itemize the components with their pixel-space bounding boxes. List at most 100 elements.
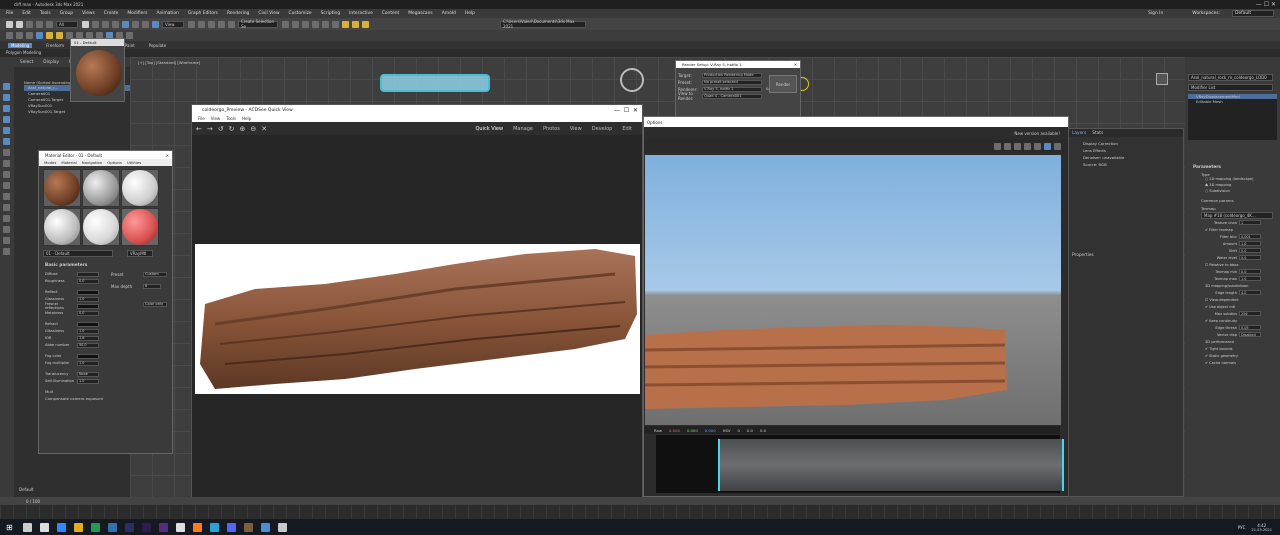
material-param-value[interactable]: None [77, 371, 99, 377]
stack-item-editable-mesh[interactable]: Editable Mesh [1188, 99, 1277, 104]
command-icon-6[interactable] [3, 149, 10, 156]
layer-item[interactable]: Display Correction [1083, 141, 1183, 148]
material-param-value[interactable] [77, 321, 99, 327]
menu-item-customize[interactable]: Customize [289, 11, 312, 16]
material-param-value[interactable]: 1.0 [77, 328, 99, 334]
select-by-name-icon[interactable] [91, 20, 99, 28]
mated-menu-item[interactable]: Modes [44, 160, 56, 165]
acdsee-mode-edit[interactable]: Edit [622, 126, 632, 132]
renderer-select[interactable]: V-Ray 5, hotfix 1 [702, 86, 762, 92]
preset-select[interactable]: No preset selected [702, 79, 762, 85]
tab-layers[interactable]: Layers [1072, 131, 1086, 136]
disp-param-value[interactable]: 1.0 [1239, 276, 1261, 281]
layer-list[interactable]: Display Correction Lens Effects Denoiser: … [1069, 137, 1183, 169]
language-indicator[interactable]: РУС [1238, 525, 1246, 530]
menu-item-edit[interactable]: Edit [22, 11, 31, 16]
menu-item-interactive[interactable]: Interactive [349, 11, 373, 16]
material-editor-icon[interactable] [331, 20, 339, 28]
spinner-snap-icon[interactable] [227, 20, 235, 28]
menu-item-rendering[interactable]: Rendering [227, 11, 249, 16]
mated-menu-item[interactable]: Material [61, 160, 76, 165]
material-name-field[interactable]: 01 - Default [43, 250, 113, 257]
tab-display[interactable]: Display [43, 60, 59, 65]
mated-menu-item[interactable]: Utilities [127, 160, 141, 165]
schematic-icon[interactable] [321, 20, 329, 28]
curve-editor-icon[interactable] [311, 20, 319, 28]
disp-param-value[interactable]: 1 [1239, 220, 1261, 225]
material-slot-3[interactable] [121, 169, 159, 207]
percent-snap-icon[interactable] [217, 20, 225, 28]
skype-icon[interactable] [56, 522, 66, 532]
disp-param-value[interactable]: 0.0 [1239, 255, 1261, 260]
sign-in[interactable]: Sign In [1148, 11, 1163, 16]
material-param-value[interactable]: 50.0 [77, 342, 99, 348]
acdsee-menu[interactable]: File View Tools Help [192, 115, 642, 122]
menu-item-animation[interactable]: Animation [156, 11, 178, 16]
undo-icon[interactable] [5, 20, 13, 28]
mirror-icon[interactable] [281, 20, 289, 28]
premiere-icon[interactable] [158, 522, 168, 532]
app-icon-4[interactable] [277, 522, 287, 532]
box-icon[interactable] [15, 32, 23, 39]
frame-counter[interactable]: 0 / 100 [26, 499, 40, 504]
render-setup-close-icon[interactable]: ✕ [794, 62, 797, 67]
disp-param-text[interactable]: 3D performance [1205, 340, 1234, 344]
disp-param-value[interactable]: 1.0 [1239, 241, 1261, 246]
layer-icon[interactable] [301, 20, 309, 28]
vray-icon[interactable] [35, 32, 43, 39]
layer-item[interactable]: Denoiser: unavailable [1083, 155, 1183, 162]
viewcube-icon[interactable] [620, 68, 644, 92]
rotate-right-icon[interactable]: ↻ [229, 125, 235, 133]
timeline[interactable]: 0 / 100 [0, 497, 1280, 519]
acdsee-mode-manage[interactable]: Manage [513, 126, 533, 132]
material-editor-menu[interactable]: Modes Material Navigation Options Utilities [39, 159, 172, 166]
disp-param-text[interactable]: ✔ Keep continuity [1205, 319, 1237, 323]
vfb-region-icon[interactable] [1013, 142, 1021, 150]
ribbon-tab-4[interactable]: Populate [149, 43, 166, 48]
vfb-toolbar[interactable] [644, 139, 1068, 153]
app-icon-2[interactable] [107, 522, 117, 532]
disp-param-value[interactable]: 0.0 [1239, 248, 1261, 253]
zoom-out-icon[interactable]: ⊖ [250, 125, 256, 133]
modifier-list[interactable]: Modifier List [1188, 84, 1273, 91]
displacement-viewport[interactable] [656, 435, 1064, 493]
close-view-icon[interactable]: ✕ [261, 125, 267, 133]
project-path[interactable]: C:\Users\Valeri\Documents\3ds Max 2021 [500, 19, 586, 29]
sphere-icon[interactable] [25, 32, 33, 39]
3dsmax-icon[interactable] [39, 522, 49, 532]
command-icon-9[interactable] [3, 182, 10, 189]
menu-item-create[interactable]: Create [104, 11, 119, 16]
filter-select[interactable]: All [56, 20, 78, 28]
acdsee-mode-quick-view[interactable]: Quick View [476, 126, 504, 132]
disp-param-text[interactable]: 3D mapping/subdivision [1205, 284, 1248, 288]
menu-item-tools[interactable]: Tools [40, 11, 51, 16]
disp-param-text[interactable]: ✔ Static geometry [1205, 354, 1238, 358]
disp-param-value[interactable]: 0.05 [1239, 325, 1261, 330]
zoom-in-icon[interactable]: ⊕ [240, 125, 246, 133]
unlink-icon[interactable] [35, 20, 43, 28]
render-output[interactable] [644, 155, 1061, 425]
material-slot-4[interactable] [43, 208, 81, 246]
disp-param-value[interactable]: 256 [1239, 311, 1261, 316]
perspective-viewcube-icon[interactable] [1156, 73, 1168, 85]
view-select[interactable]: Quad 4 - Camera001 [702, 93, 762, 99]
menu-item-scripting[interactable]: Scripting [321, 11, 341, 16]
menu-item-civil-view[interactable]: Civil View [258, 11, 279, 16]
app-icon-3[interactable] [243, 522, 253, 532]
vfb-clear-icon[interactable] [1003, 142, 1011, 150]
clock-date[interactable]: 21.03.2021 [1251, 528, 1272, 532]
menu-item-help[interactable]: Help [465, 11, 475, 16]
material-slot-5[interactable] [82, 208, 120, 246]
search-icon[interactable] [22, 522, 32, 532]
disp-param-text[interactable]: ✔ Tight bounds [1205, 347, 1233, 351]
disp-param-value[interactable]: 4.0 [1239, 290, 1261, 295]
render-setup-icon[interactable] [341, 20, 349, 28]
command-icon-7[interactable] [3, 160, 10, 167]
menu-item-graph-editors[interactable]: Graph Editors [188, 11, 218, 16]
command-icon-10[interactable] [3, 193, 10, 200]
forward-icon[interactable]: → [207, 125, 213, 133]
material-param-value[interactable]: 1.6 [77, 335, 99, 341]
mated-menu-item[interactable]: Options [107, 160, 122, 165]
redo-icon[interactable] [15, 20, 23, 28]
rect-select-icon[interactable] [101, 20, 109, 28]
